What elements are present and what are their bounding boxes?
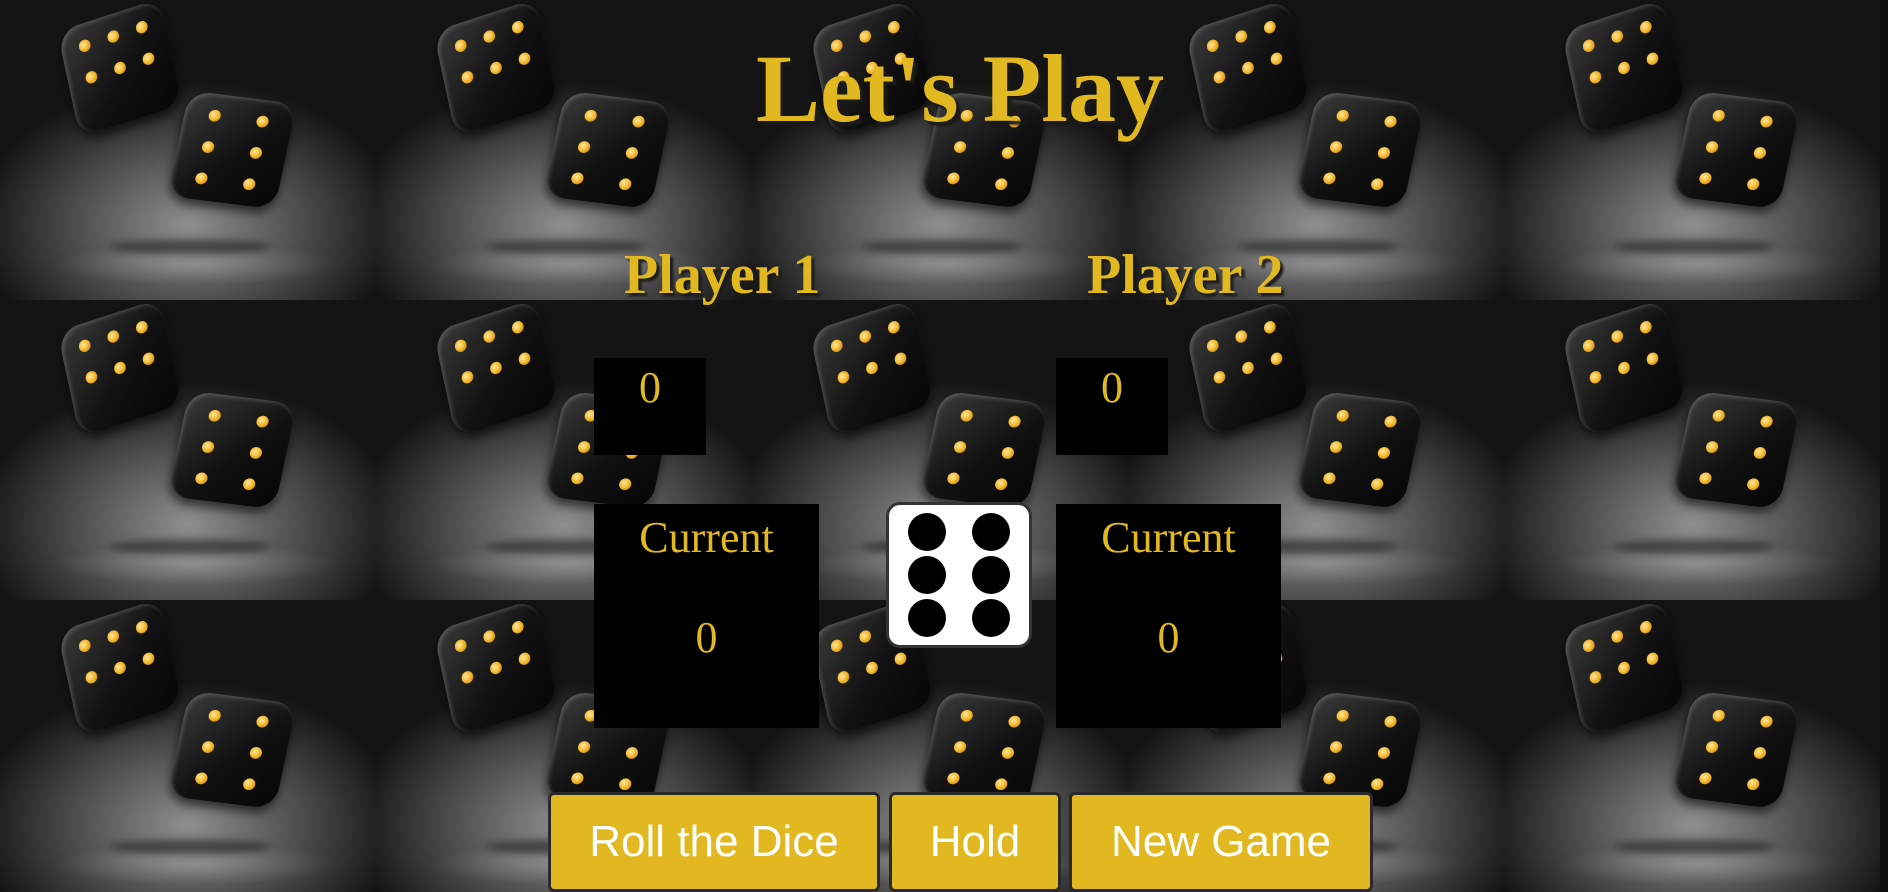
background-die-icon xyxy=(166,390,298,510)
hold-button[interactable]: Hold xyxy=(889,792,1061,892)
background-tile xyxy=(0,300,376,600)
player-2-current-box: Current 0 xyxy=(1056,504,1281,728)
background-die-icon xyxy=(1561,600,1687,738)
dice-pip xyxy=(907,599,946,638)
background-die-icon xyxy=(1294,390,1426,510)
player-2-total-score: 0 xyxy=(1056,358,1168,455)
background-die-icon xyxy=(809,300,935,438)
dice-face-icon xyxy=(886,502,1032,648)
background-die-icon xyxy=(1185,300,1311,438)
roll-dice-button[interactable]: Roll the Dice xyxy=(548,792,880,892)
background-die-icon xyxy=(57,300,183,438)
background-die-icon xyxy=(433,300,559,438)
background-tile xyxy=(1504,300,1880,600)
background-die-icon xyxy=(433,600,559,738)
background-die-icon xyxy=(166,690,298,810)
dice-pip xyxy=(972,599,1011,638)
background-tile xyxy=(1504,600,1880,892)
dice-pip xyxy=(972,512,1011,551)
background-tile xyxy=(0,600,376,892)
page-title: Let's Play xyxy=(756,35,1164,142)
dice-pip xyxy=(907,512,946,551)
player-1-current-box: Current 0 xyxy=(594,504,819,728)
new-game-button[interactable]: New Game xyxy=(1069,792,1373,892)
dice-pip xyxy=(972,556,1011,594)
player-1-total-score: 0 xyxy=(594,358,706,455)
player-1-name: Player 1 xyxy=(624,244,821,306)
player-1-current-score: 0 xyxy=(695,613,718,662)
player-1-current-label: Current xyxy=(639,513,774,562)
background-die-icon xyxy=(1561,300,1687,438)
player-2-name: Player 2 xyxy=(1087,244,1284,306)
player-2-current-score: 0 xyxy=(1157,613,1180,662)
background-die-icon xyxy=(57,600,183,738)
dice-pip xyxy=(907,556,946,594)
background-die-icon xyxy=(918,390,1050,510)
background-die-icon xyxy=(1670,390,1802,510)
player-2-current-label: Current xyxy=(1101,513,1236,562)
background-die-icon xyxy=(1670,690,1802,810)
